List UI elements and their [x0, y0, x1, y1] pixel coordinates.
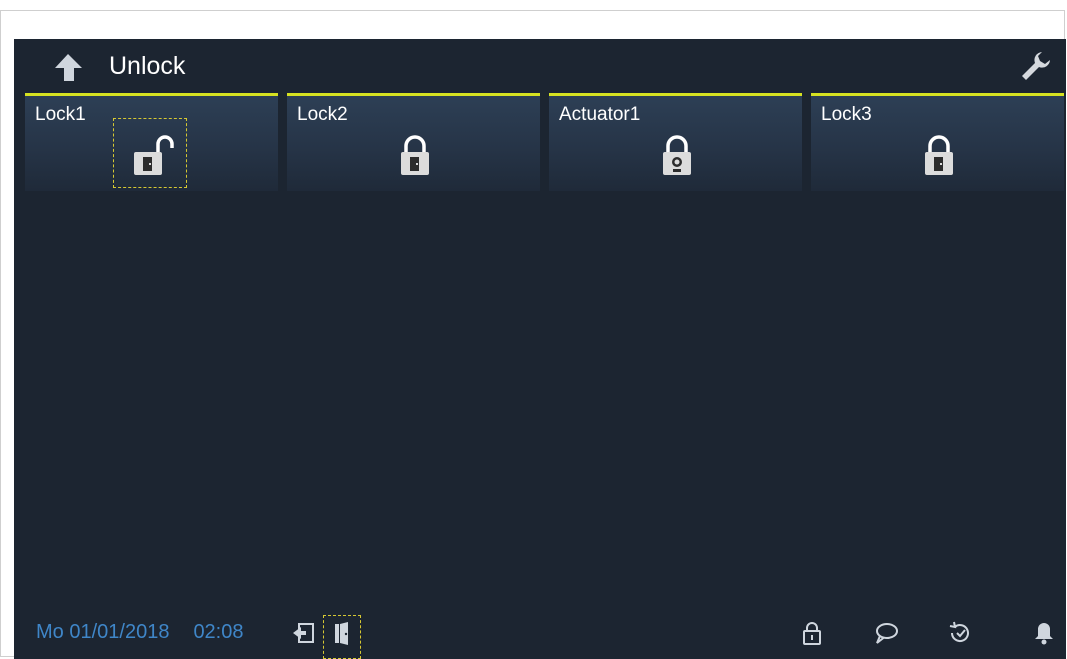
time-text: 02:08 [193, 621, 244, 643]
tile-label: Actuator1 [559, 104, 641, 125]
tile-actuator1[interactable]: Actuator1 [549, 93, 802, 191]
padlock-door-icon [925, 135, 953, 175]
enter-door-button[interactable] [290, 619, 318, 647]
padlock-door-icon [401, 135, 429, 175]
bell-icon [1035, 623, 1053, 645]
message-icon [876, 623, 898, 644]
header-bar: Unlock [14, 39, 1066, 91]
tile-lock1[interactable]: Lock1 [25, 93, 278, 191]
device-frame: Unlock Lock1 Lock2 Actuator1 Lock3 Mo 01… [0, 10, 1066, 659]
tile-label: Lock3 [821, 104, 872, 125]
back-button[interactable] [50, 51, 86, 83]
page-title: Unlock [109, 52, 186, 80]
lock-status-button[interactable] [798, 619, 826, 647]
tile-lock2[interactable]: Lock2 [287, 93, 540, 191]
status-bar: Mo 01/01/2018 02:08 [14, 607, 1066, 659]
unlocked-padlock-door-icon [134, 135, 174, 175]
enter-door-icon [293, 623, 314, 643]
back-arrow-icon [55, 54, 82, 81]
lock-icon [803, 622, 821, 645]
settings-button[interactable] [1018, 49, 1052, 83]
tile-label: Lock2 [297, 104, 348, 125]
lock-tiles: Lock1 Lock2 Actuator1 Lock3 [25, 93, 1066, 193]
tile-lock3[interactable]: Lock3 [811, 93, 1064, 191]
screen: Unlock Lock1 Lock2 Actuator1 Lock3 Mo 01… [14, 39, 1066, 659]
messages-button[interactable] [872, 619, 900, 647]
history-button[interactable] [946, 619, 974, 647]
tile-label: Lock1 [35, 104, 86, 125]
history-icon [949, 621, 969, 642]
door-button[interactable] [328, 619, 356, 647]
door-icon [335, 622, 348, 645]
date-text: Mo 01/01/2018 [36, 621, 170, 643]
datetime: Mo 01/01/2018 02:08 [36, 621, 244, 644]
padlock-light-icon [663, 135, 691, 175]
notifications-button[interactable] [1030, 619, 1058, 647]
wrench-icon [1022, 52, 1050, 80]
